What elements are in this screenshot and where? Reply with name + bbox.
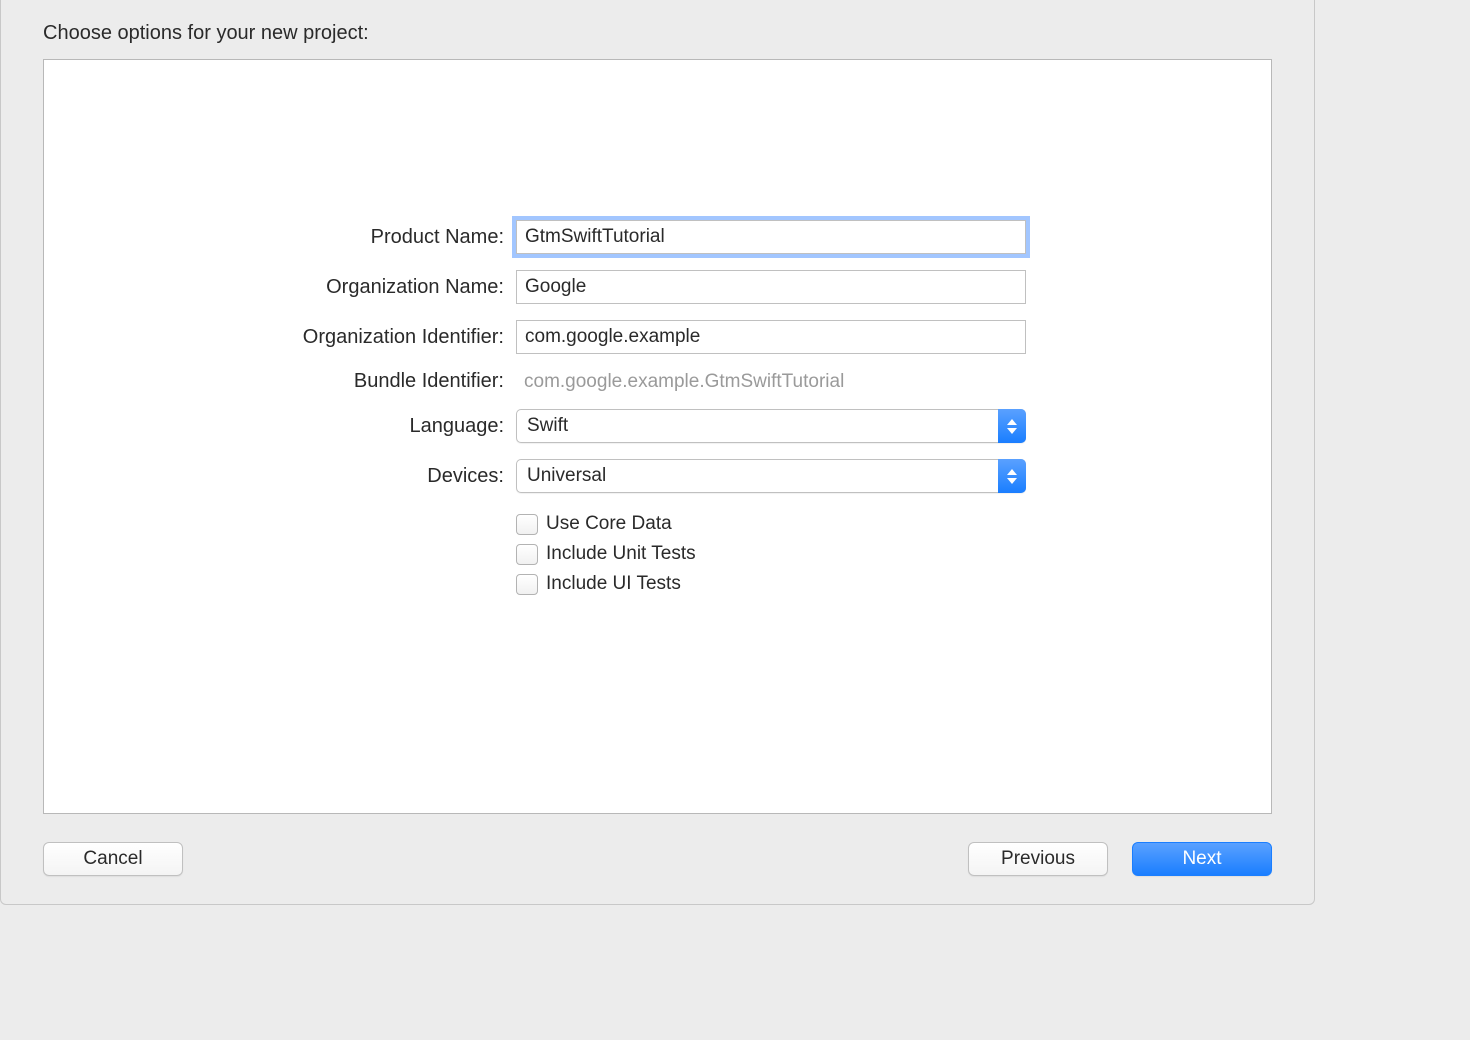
include-ui-tests-checkbox[interactable]: [516, 574, 538, 595]
checkbox-stack: Use Core Data Include Unit Tests Include…: [516, 513, 1026, 595]
include-ui-tests-label: Include UI Tests: [546, 573, 681, 595]
use-core-data-label: Use Core Data: [546, 513, 672, 535]
updown-stepper-icon: [998, 459, 1026, 493]
bundle-identifier-value: com.google.example.GtmSwiftTutorial: [516, 371, 1026, 393]
next-button[interactable]: Next: [1132, 842, 1272, 876]
footer-right: Previous Next: [968, 842, 1272, 876]
language-label: Language:: [44, 415, 504, 438]
language-select[interactable]: Swift: [516, 409, 1026, 443]
organization-name-label: Organization Name:: [44, 276, 504, 299]
new-project-sheet: Choose options for your new project: Pro…: [0, 0, 1315, 905]
previous-button[interactable]: Previous: [968, 842, 1108, 876]
updown-stepper-icon: [998, 409, 1026, 443]
organization-name-input[interactable]: [516, 270, 1026, 304]
include-unit-tests-row: Include Unit Tests: [516, 543, 1026, 565]
footer: Cancel Previous Next: [43, 814, 1272, 876]
include-ui-tests-row: Include UI Tests: [516, 573, 1026, 595]
include-unit-tests-label: Include Unit Tests: [546, 543, 696, 565]
language-select-value: Swift: [516, 409, 1026, 443]
devices-label: Devices:: [44, 465, 504, 488]
include-unit-tests-checkbox[interactable]: [516, 544, 538, 565]
organization-identifier-label: Organization Identifier:: [44, 326, 504, 349]
product-name-input[interactable]: [516, 220, 1026, 254]
page-title: Choose options for your new project:: [43, 22, 1272, 45]
organization-identifier-input[interactable]: [516, 320, 1026, 354]
main-panel: Product Name: Organization Name: Organiz…: [43, 59, 1272, 814]
product-name-label: Product Name:: [44, 226, 504, 249]
bundle-identifier-label: Bundle Identifier:: [44, 370, 504, 393]
devices-select[interactable]: Universal: [516, 459, 1026, 493]
cancel-button[interactable]: Cancel: [43, 842, 183, 876]
project-form: Product Name: Organization Name: Organiz…: [44, 220, 1271, 595]
devices-select-value: Universal: [516, 459, 1026, 493]
use-core-data-checkbox[interactable]: [516, 514, 538, 535]
use-core-data-row: Use Core Data: [516, 513, 1026, 535]
